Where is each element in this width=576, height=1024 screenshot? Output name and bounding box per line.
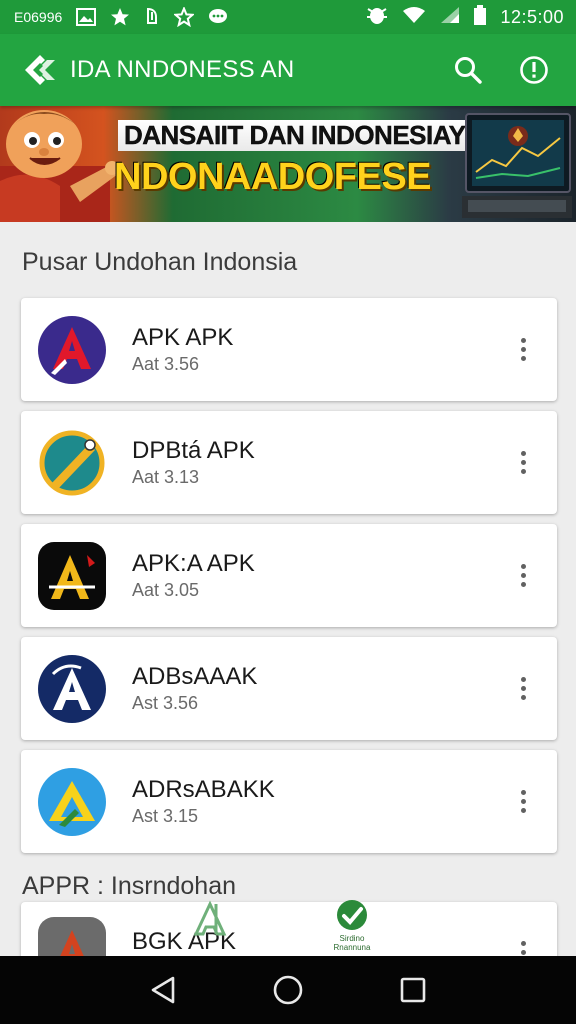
apk-black-a-icon (38, 541, 106, 610)
badge-label: Sirdino Rnannuna (333, 934, 371, 952)
app-name: APK:A APK (132, 550, 255, 577)
overflow-menu-button[interactable] (511, 330, 535, 370)
search-button[interactable] (444, 46, 492, 94)
app-version: Aat 3.05 (132, 580, 200, 600)
banner-headline: DANSAIIT DAN INDONESIAY (118, 120, 472, 151)
app-title: IDA NNDONESS AN (70, 56, 295, 83)
star-outline-icon (174, 7, 195, 27)
status-left-text: E06996 (14, 9, 63, 25)
app-version: Aat 3.13 (132, 467, 200, 487)
app-list-item[interactable]: ADBsAAAK Ast 3.56 (21, 637, 557, 740)
status-bar: E06996 12:5:00 (0, 0, 576, 34)
app-version: Ast 3.56 (132, 693, 199, 713)
apk-teal-pencil-icon (39, 430, 105, 495)
apk-navy-a-icon (38, 654, 106, 723)
shield-check-icon (337, 900, 367, 930)
promo-banner[interactable]: DANSAIIT DAN INDONESIAY NDONAADOFESE (0, 106, 576, 222)
info-button[interactable] (510, 46, 558, 94)
apk-blue-triangle-icon (38, 767, 106, 836)
battery-icon (474, 4, 487, 30)
mascot-illustration (0, 110, 119, 222)
app-version: Ast 3.15 (132, 806, 199, 826)
home-button[interactable] (263, 965, 313, 1015)
floating-logo[interactable] (190, 900, 230, 940)
app-bar: IDA NNDONESS AN (0, 34, 576, 106)
back-button[interactable] (138, 965, 188, 1015)
section-title: APPR : Insrndohan (22, 872, 237, 900)
app-list-item[interactable]: APK APK Aat 3.56 (21, 298, 557, 401)
app-list-item[interactable]: DPBtá APK Aat 3.13 (21, 411, 557, 514)
app-name: DPBtá APK (132, 437, 255, 464)
recents-button[interactable] (388, 965, 438, 1015)
app-list-item[interactable]: ADRsABAKK Ast 3.15 (21, 750, 557, 853)
app-name: ADBsAAAK (132, 663, 258, 690)
security-badge: Sirdino Rnannuna (330, 898, 374, 958)
wifi-icon (402, 6, 426, 29)
apk-logo-icon (193, 900, 227, 936)
apk-red-a-icon (38, 315, 106, 384)
recents-icon (401, 977, 426, 1003)
app-name: APK APK (132, 324, 234, 351)
app-list-item[interactable]: BGK APK (21, 902, 557, 985)
image-icon (76, 8, 97, 26)
section-title: Pusar Undohan Indonsia (22, 248, 298, 276)
search-icon (455, 57, 482, 84)
app-version: Aat 3.56 (132, 354, 200, 374)
signal-icon (440, 6, 460, 29)
app-name: ADRsABAKK (132, 776, 275, 803)
status-time: 12:5:00 (500, 6, 564, 27)
navigation-bar (0, 956, 576, 1024)
notification-icon (144, 7, 160, 27)
overflow-menu-button[interactable] (511, 782, 535, 822)
message-icon (208, 8, 228, 26)
bug-icon (366, 5, 388, 30)
computer-monitor-illustration (462, 113, 572, 218)
home-icon (273, 975, 303, 1005)
back-icon (151, 976, 174, 1004)
star-icon (110, 7, 130, 27)
overflow-menu-button[interactable] (511, 556, 535, 596)
overflow-menu-button[interactable] (511, 443, 535, 483)
app-logo-icon (22, 52, 58, 88)
overflow-menu-button[interactable] (511, 669, 535, 709)
info-icon (520, 56, 548, 84)
banner-subheadline: NDONAADOFESE (114, 156, 432, 198)
app-list-item[interactable]: APK:A APK Aat 3.05 (21, 524, 557, 627)
